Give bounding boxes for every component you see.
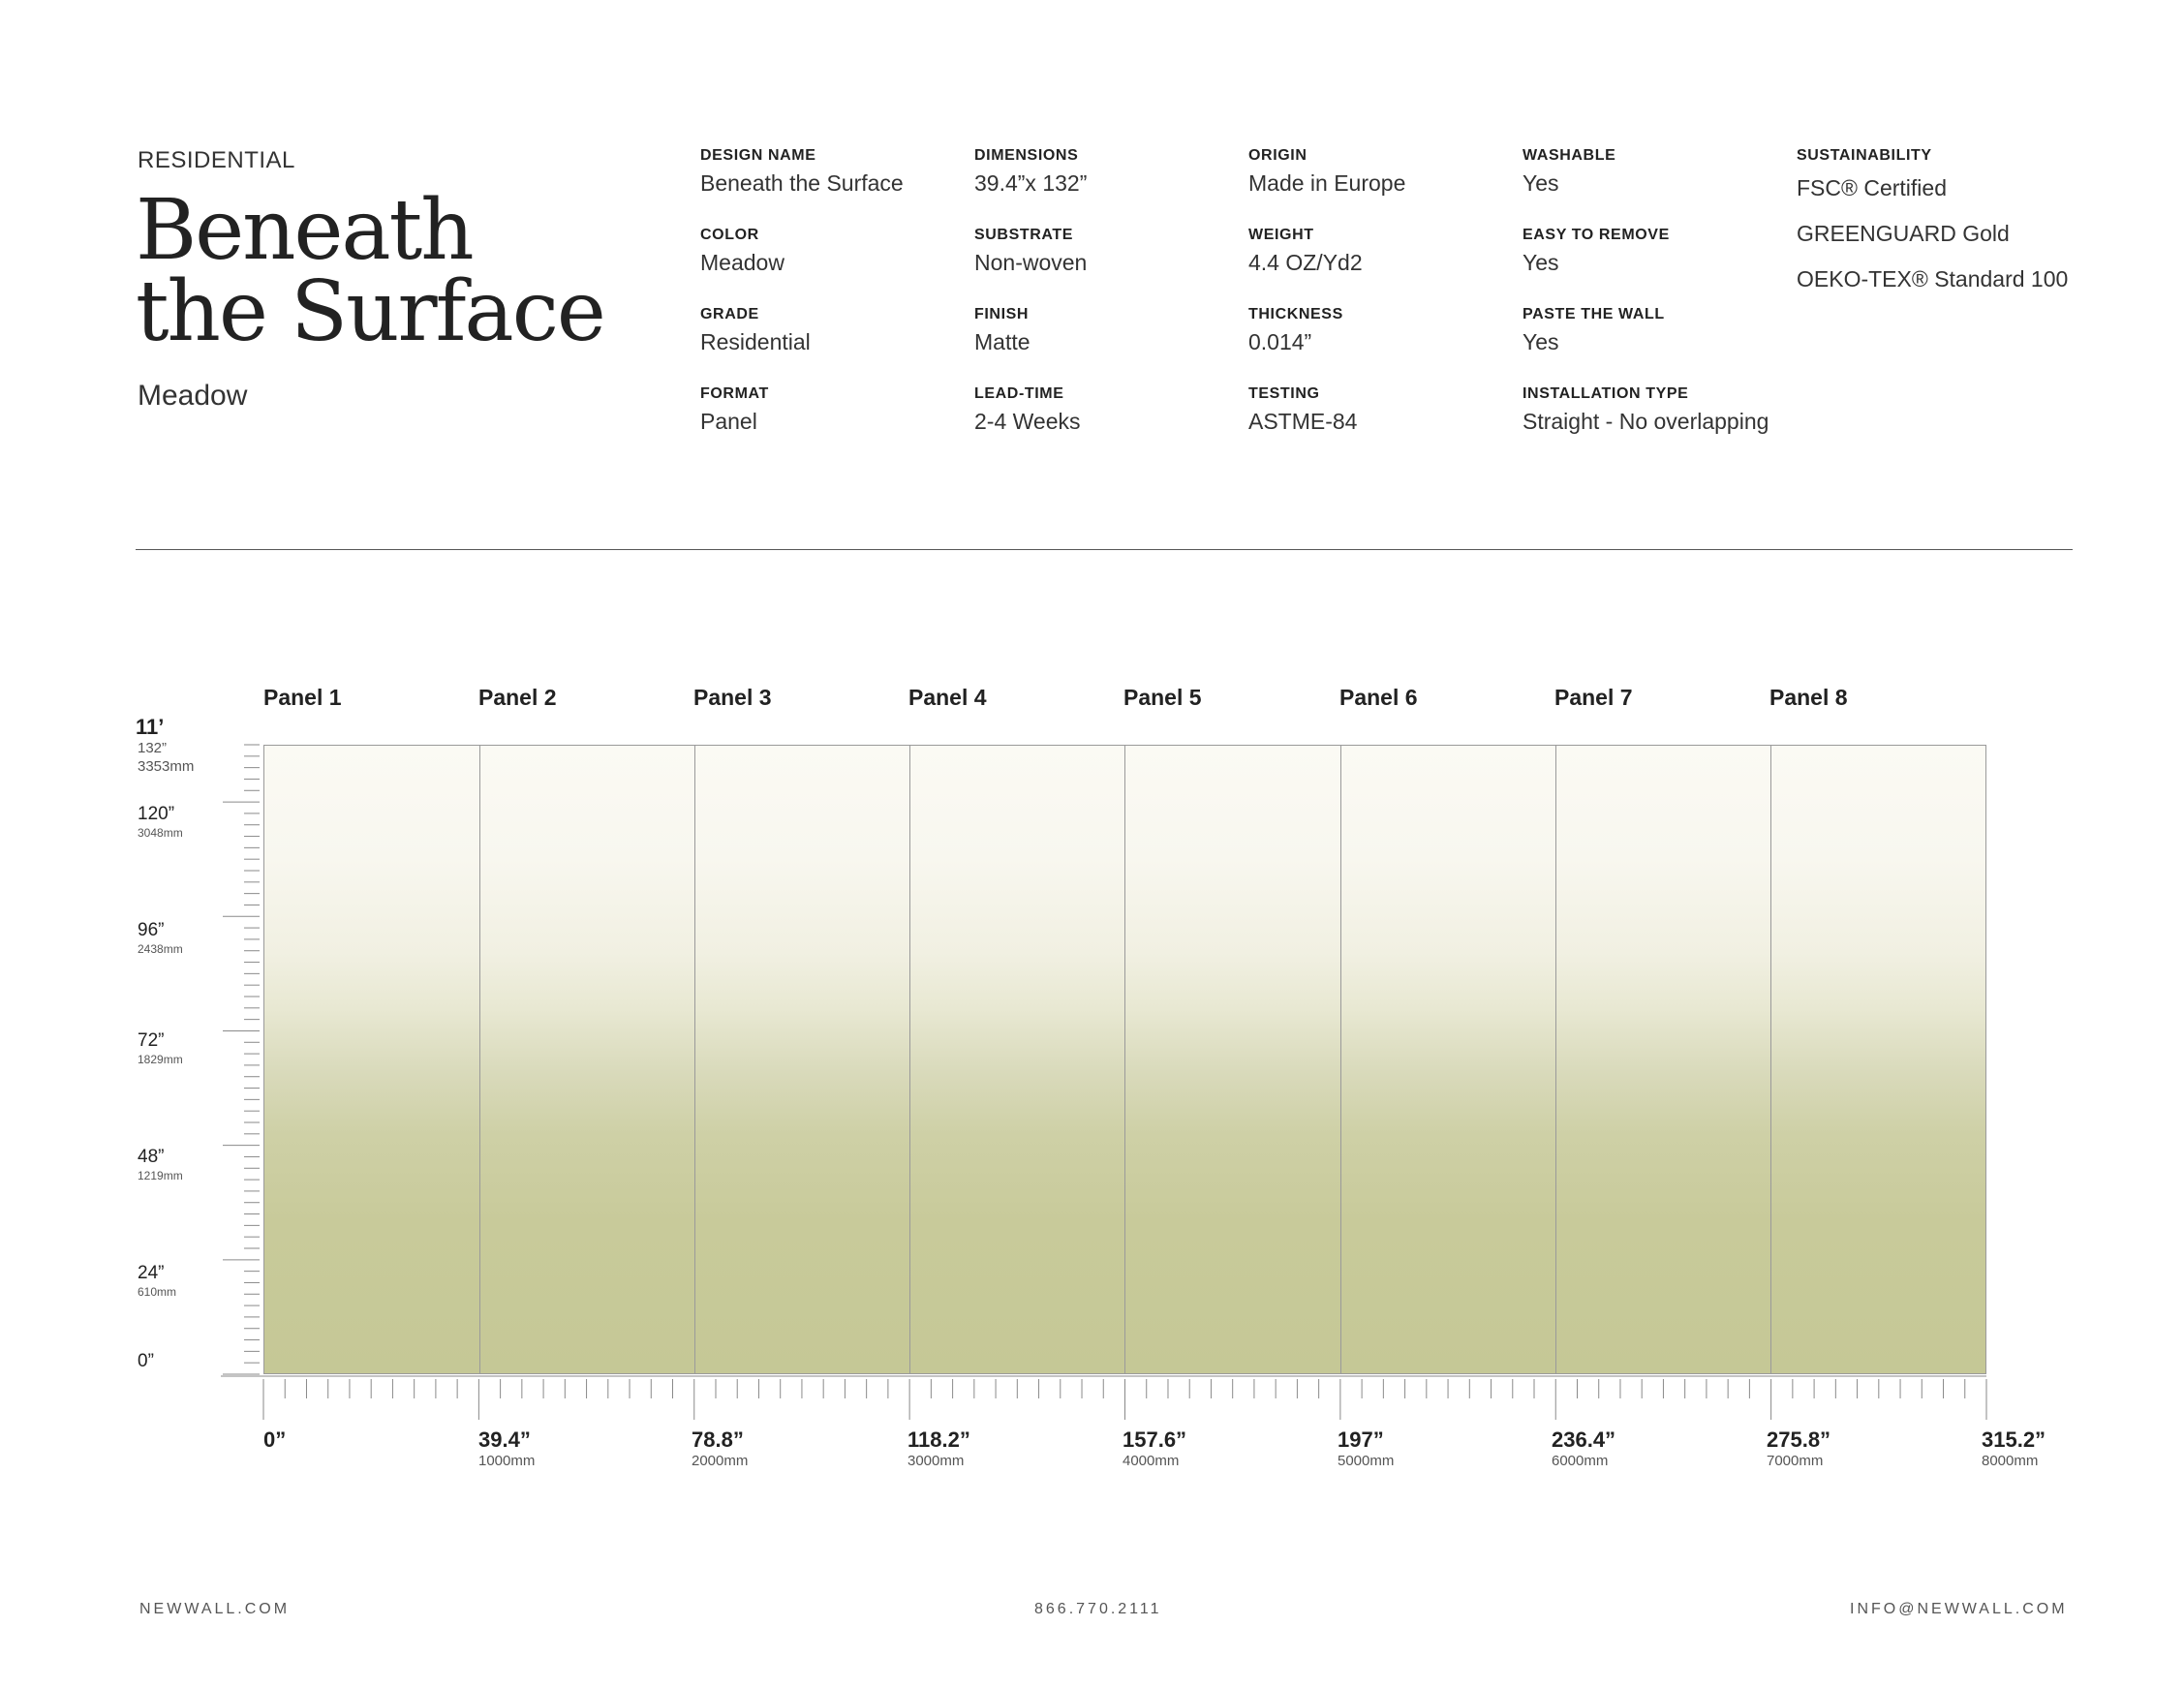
width-mark-8: 315.2” bbox=[1982, 1427, 2046, 1452]
width-mark-1-mm: 1000mm bbox=[478, 1453, 536, 1469]
height-mark-48-mm: 1219mm bbox=[138, 1169, 183, 1182]
height-mark-48: 48” bbox=[138, 1147, 165, 1167]
width-mark-1: 39.4” bbox=[478, 1427, 531, 1452]
height-top-mm: 3353mm bbox=[138, 758, 195, 775]
height-mark-120-mm: 3048mm bbox=[138, 826, 183, 840]
height-mark-72-mm: 1829mm bbox=[138, 1053, 183, 1066]
height-mark-96-mm: 2438mm bbox=[138, 942, 183, 956]
footer-email[interactable]: INFO@NEWWALL.COM bbox=[1850, 1601, 2068, 1618]
width-mark-5: 197” bbox=[1338, 1427, 1384, 1452]
width-mark-8-mm: 8000mm bbox=[1982, 1453, 2039, 1469]
width-mark-2: 78.8” bbox=[692, 1427, 744, 1452]
width-mark-3-mm: 3000mm bbox=[907, 1453, 965, 1469]
height-mark-120: 120” bbox=[138, 804, 175, 824]
height-mark-96: 96” bbox=[138, 920, 165, 940]
width-mark-4-mm: 4000mm bbox=[1123, 1453, 1180, 1469]
height-scale-title: 11’ bbox=[136, 715, 165, 739]
height-mark-0: 0” bbox=[138, 1351, 154, 1371]
width-mark-7: 275.8” bbox=[1767, 1427, 1831, 1452]
width-mark-5-mm: 5000mm bbox=[1338, 1453, 1395, 1469]
width-mark-7-mm: 7000mm bbox=[1767, 1453, 1824, 1469]
height-mark-24-mm: 610mm bbox=[138, 1285, 177, 1299]
width-mark-3: 118.2” bbox=[907, 1427, 970, 1452]
footer-phone[interactable]: 866.770.2111 bbox=[1034, 1601, 1162, 1618]
footer-website[interactable]: NEWWALL.COM bbox=[139, 1601, 290, 1618]
height-top-inches: 132” bbox=[138, 740, 168, 756]
width-mark-6-mm: 6000mm bbox=[1552, 1453, 1609, 1469]
width-mark-2-mm: 2000mm bbox=[692, 1453, 749, 1469]
width-mark-4: 157.6” bbox=[1123, 1427, 1187, 1452]
width-mark-0: 0” bbox=[263, 1427, 287, 1452]
height-mark-72: 72” bbox=[138, 1030, 165, 1051]
width-mark-6: 236.4” bbox=[1552, 1427, 1616, 1452]
height-mark-24: 24” bbox=[138, 1263, 165, 1283]
ruler-ticks bbox=[221, 744, 1987, 1420]
